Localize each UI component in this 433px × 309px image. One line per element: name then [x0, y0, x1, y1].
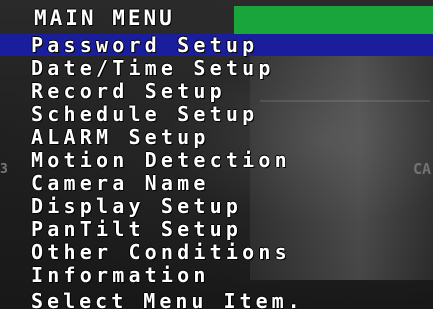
- menu-item-label: Other Conditions: [31, 240, 291, 264]
- menu-item-password-setup[interactable]: Password Setup: [0, 34, 433, 56]
- menu-item-label: Password Setup: [31, 33, 259, 57]
- status-line: Select Menu Item.: [31, 289, 304, 309]
- menu-item-label: Camera Name: [31, 171, 210, 195]
- menu-item-label: Display Setup: [31, 194, 243, 218]
- menu-item-label: Information: [31, 263, 210, 287]
- menu-item-camera-name[interactable]: Camera Name: [0, 172, 433, 194]
- menu-item-label: Schedule Setup: [31, 102, 259, 126]
- menu-item-information[interactable]: Information: [0, 264, 433, 286]
- menu-item-alarm-setup[interactable]: ALARM Setup: [0, 126, 433, 148]
- menu-item-schedule-setup[interactable]: Schedule Setup: [0, 103, 433, 125]
- menu-item-record-setup[interactable]: Record Setup: [0, 80, 433, 102]
- menu-item-label: Record Setup: [31, 79, 226, 103]
- menu-item-pantilt-setup[interactable]: PanTilt Setup: [0, 218, 433, 240]
- menu-item-label: PanTilt Setup: [31, 217, 243, 241]
- menu-item-date-time-setup[interactable]: Date/Time Setup: [0, 57, 433, 79]
- menu-item-label: Date/Time Setup: [31, 56, 275, 80]
- menu-title: MAIN MENU: [34, 6, 175, 30]
- menu-item-label: Motion Detection: [31, 148, 291, 172]
- menu-item-display-setup[interactable]: Display Setup: [0, 195, 433, 217]
- dvr-screen: 3 CA MAIN MENU Password Setup Date/Time …: [0, 0, 433, 309]
- title-bar-accent: [234, 6, 433, 36]
- menu-item-label: ALARM Setup: [31, 125, 210, 149]
- menu-item-motion-detection[interactable]: Motion Detection: [0, 149, 433, 171]
- menu-item-other-conditions[interactable]: Other Conditions: [0, 241, 433, 263]
